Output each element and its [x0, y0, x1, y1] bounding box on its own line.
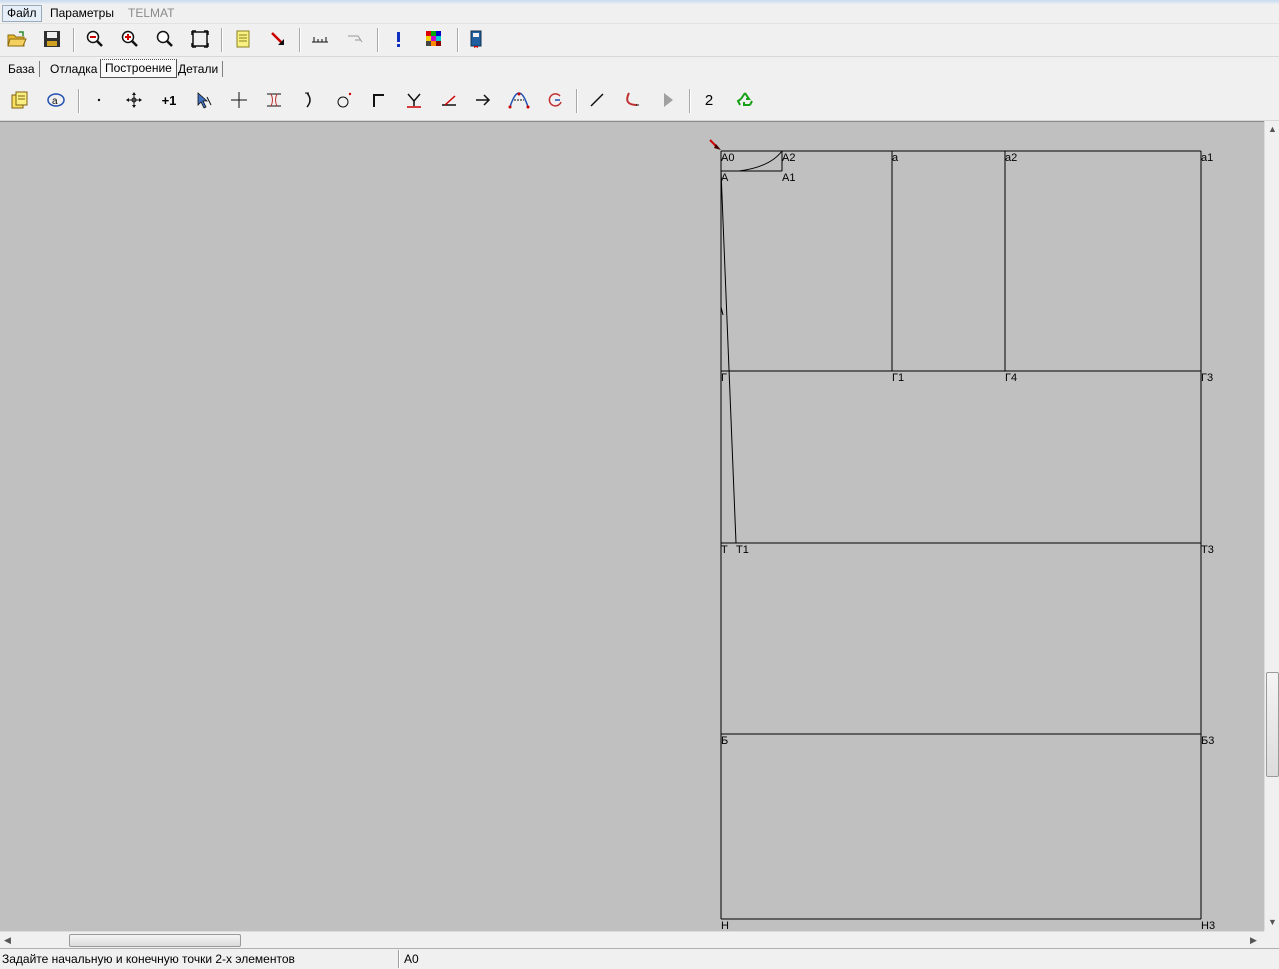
menu-bar: Файл Параметры TELMAT — [0, 4, 1279, 24]
measure-angle-icon[interactable] — [344, 28, 366, 50]
menu-parameters[interactable]: Параметры — [46, 6, 118, 21]
menu-file[interactable]: Файл — [2, 5, 42, 22]
curve-icon[interactable] — [621, 89, 643, 111]
curve-points-icon[interactable] — [508, 89, 530, 111]
toolbar-separator — [299, 28, 301, 52]
zoom-out-icon[interactable] — [84, 28, 106, 50]
angle-icon[interactable] — [438, 89, 460, 111]
arc-bracket-icon[interactable] — [298, 89, 320, 111]
bisector-icon[interactable] — [403, 89, 425, 111]
recycle-icon[interactable] — [734, 89, 756, 111]
plus-one-label: +1 — [161, 92, 177, 108]
toolbar-separator — [576, 89, 578, 113]
label-T: Т — [721, 544, 728, 556]
label-a2: а2 — [1005, 152, 1017, 164]
dart-icon[interactable] — [263, 89, 285, 111]
ruler-icon[interactable] — [309, 28, 331, 50]
label-B3: Б3 — [1201, 735, 1214, 747]
tab-debug[interactable]: Отладка — [46, 61, 103, 77]
label-G4: Г4 — [1005, 372, 1017, 384]
save-icon[interactable] — [41, 28, 63, 50]
toolbar-separator — [377, 28, 379, 52]
pointer-arrow-icon[interactable] — [267, 28, 289, 50]
color-palette-icon[interactable] — [423, 28, 445, 50]
arrow-right-icon[interactable] — [472, 89, 494, 111]
book-icon[interactable] — [465, 28, 487, 50]
corner-icon[interactable] — [368, 89, 390, 111]
label-A: А — [721, 172, 729, 184]
crosshair-icon[interactable] — [228, 89, 250, 111]
tab-details[interactable]: Детали — [174, 61, 224, 77]
circle-point-icon[interactable] — [333, 89, 355, 111]
label-G3: Г3 — [1201, 372, 1213, 384]
svg-text:a: a — [52, 96, 58, 107]
toolbar-separator — [457, 28, 459, 52]
scroll-down-icon[interactable]: ▼ — [1268, 917, 1277, 927]
number-two-label: 2 — [704, 91, 714, 109]
status-bar: Задайте начальную и конечную точки 2-х э… — [0, 948, 1279, 969]
horizontal-scrollbar[interactable]: ◀ ▶ — [0, 931, 1264, 949]
scroll-left-icon[interactable]: ◀ — [4, 935, 11, 946]
status-hint: Задайте начальную и конечную точки 2-х э… — [2, 952, 295, 966]
neck-curve — [738, 150, 783, 172]
horizontal-scroll-thumb[interactable] — [69, 934, 241, 947]
toolbar-separator — [221, 28, 223, 52]
drawing-canvas[interactable]: А0 А2 А А1 а а2 а1 Г Г1 Г4 Г3 Т Т1 Т3 Б … — [0, 121, 1264, 932]
label-a1: а1 — [1201, 152, 1213, 164]
copy-pages-icon[interactable] — [9, 89, 31, 111]
zoom-icon[interactable] — [154, 28, 176, 50]
menu-telmat[interactable]: TELMAT — [124, 6, 178, 21]
label-T3: Т3 — [1201, 544, 1214, 556]
red-arrow-marker — [709, 139, 721, 150]
label-A2: А2 — [782, 152, 795, 164]
toolbar-separator — [689, 89, 691, 113]
build-toolbar: a +1 2 — [0, 82, 1279, 121]
number-two-button[interactable]: 2 — [698, 89, 720, 111]
main-toolbar — [0, 24, 1279, 57]
label-B: Б — [721, 735, 728, 747]
point-icon[interactable] — [88, 89, 110, 111]
line-icon[interactable] — [586, 89, 608, 111]
scrollbar-corner — [1264, 931, 1279, 948]
scroll-right-icon[interactable]: ▶ — [1250, 935, 1257, 946]
label-a: а — [892, 152, 899, 164]
label-point-icon[interactable]: a — [45, 89, 67, 111]
zoom-in-icon[interactable] — [119, 28, 141, 50]
select-points-icon[interactable] — [193, 89, 215, 111]
vertical-scrollbar[interactable]: ▲ ▼ — [1264, 121, 1279, 931]
status-current-point: А0 — [404, 952, 419, 966]
rotate-arc-icon[interactable] — [544, 89, 566, 111]
toolbar-separator — [73, 28, 75, 52]
vertical-scroll-thumb[interactable] — [1266, 672, 1279, 777]
pattern-drawing: А0 А2 А А1 а а2 а1 Г Г1 Г4 Г3 Т Т1 Т3 Б … — [709, 139, 1215, 932]
toolbar-separator — [78, 89, 80, 113]
document-icon[interactable] — [232, 28, 254, 50]
fit-window-icon[interactable] — [189, 28, 211, 50]
tab-base[interactable]: База — [4, 61, 40, 77]
label-G1: Г1 — [892, 372, 904, 384]
play-icon[interactable] — [657, 89, 679, 111]
plus-one-icon[interactable]: +1 — [158, 89, 180, 111]
open-folder-icon[interactable] — [6, 28, 28, 50]
move-icon[interactable] — [123, 89, 145, 111]
status-divider — [398, 950, 400, 968]
label-A0: А0 — [721, 152, 734, 164]
line-a-t1 — [720, 170, 737, 544]
label-T1: Т1 — [736, 544, 749, 556]
label-A1: А1 — [782, 172, 795, 184]
scroll-up-icon[interactable]: ▲ — [1268, 124, 1277, 134]
exclamation-icon[interactable] — [388, 28, 410, 50]
tab-build[interactable]: Построение — [100, 59, 177, 78]
label-G: Г — [721, 372, 727, 384]
tab-bar: База Отладка Построение Детали — [0, 57, 1279, 81]
